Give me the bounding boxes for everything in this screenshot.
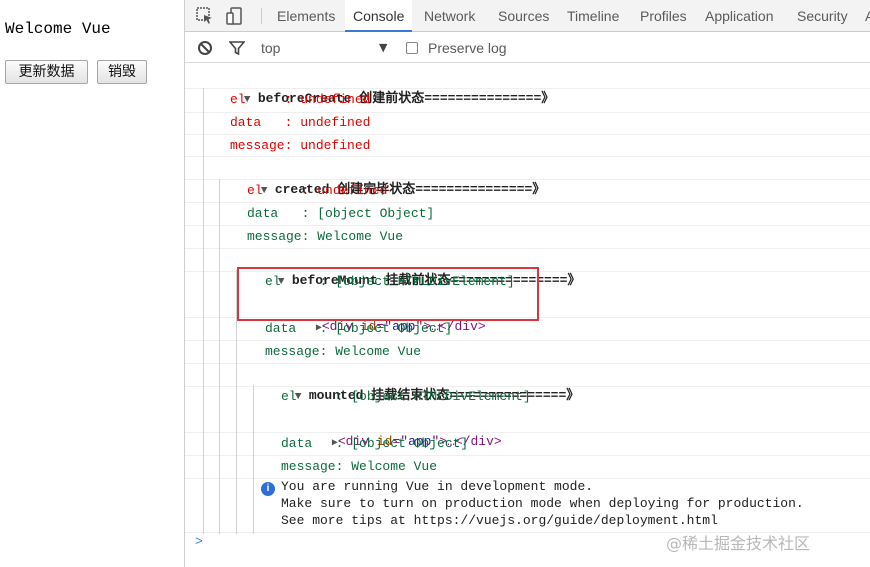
highlight-box — [237, 267, 539, 321]
log-data: data : [object Object] — [281, 436, 469, 451]
tab-profiles[interactable]: Profiles — [640, 0, 687, 32]
log-el: el : undefined — [247, 183, 388, 198]
clear-console-icon[interactable] — [197, 40, 213, 60]
preserve-log-label: Preserve log — [428, 40, 507, 56]
info-line-2: Make sure to turn on production mode whe… — [281, 496, 804, 511]
tab-audits[interactable]: A — [865, 0, 870, 32]
destroy-button[interactable]: 销毁 — [97, 60, 147, 84]
preserve-log-checkbox[interactable] — [406, 42, 418, 54]
console-output: ▼ beforeCreate 创建前状态===============》 el :… — [185, 64, 870, 534]
filter-icon[interactable] — [228, 40, 246, 60]
devtools-panel: Elements Console Network Sources Timelin… — [184, 0, 870, 567]
log-data: data : [object Object] — [247, 206, 435, 221]
info-icon: i — [261, 482, 275, 496]
tab-application[interactable]: Application — [705, 0, 774, 32]
context-dropdown-icon[interactable]: ▼ — [379, 41, 387, 54]
log-data: data : [object Object] — [265, 321, 453, 336]
log-data: data : undefined — [230, 115, 371, 130]
log-group-created[interactable]: ▼ created 创建完毕状态===============》 — [214, 157, 545, 197]
group-label: 创建前状态===============》 — [351, 91, 555, 106]
update-data-button[interactable]: 更新数据 — [5, 60, 88, 84]
devtools-tab-bar: Elements Console Network Sources Timelin… — [185, 0, 870, 32]
log-el: el : undefined — [230, 92, 371, 107]
log-message: message: undefined — [230, 138, 371, 153]
welcome-message: Welcome Vue — [5, 20, 111, 38]
inspect-element-icon[interactable] — [195, 6, 215, 26]
tab-elements[interactable]: Elements — [277, 0, 335, 32]
toolbar-divider — [261, 8, 262, 24]
log-message: message: Welcome Vue — [247, 229, 404, 244]
context-selector[interactable]: top — [261, 40, 280, 56]
log-dom-node[interactable]: ▶<div id="app">…</div> — [285, 409, 502, 449]
tab-console[interactable]: Console — [345, 0, 413, 32]
info-line-3: See more tips at https://vuejs.org/guide… — [281, 513, 718, 528]
tab-network[interactable]: Network — [424, 0, 475, 32]
console-prompt[interactable]: > — [195, 534, 203, 549]
tab-sources[interactable]: Sources — [498, 0, 549, 32]
watermark: @稀土掘金技术社区 — [666, 534, 811, 553]
log-group-mounted[interactable]: ▼ mounted 挂载结束状态===============》 — [248, 363, 579, 403]
info-line-1: You are running Vue in development mode. — [281, 479, 594, 494]
console-filter-bar: top ▼ Preserve log — [185, 33, 870, 63]
log-el: el : [object HTMLDivElement] — [281, 389, 531, 404]
log-message: message: Welcome Vue — [281, 459, 438, 474]
tab-timeline[interactable]: Timeline — [567, 0, 619, 32]
log-group-beforecreate[interactable]: ▼ beforeCreate 创建前状态===============》 — [197, 66, 554, 106]
device-mode-icon[interactable] — [225, 6, 245, 26]
log-message: message: Welcome Vue — [265, 344, 422, 359]
app-page: Welcome Vue 更新数据 销毁 — [0, 0, 184, 567]
tab-security[interactable]: Security — [797, 0, 848, 32]
